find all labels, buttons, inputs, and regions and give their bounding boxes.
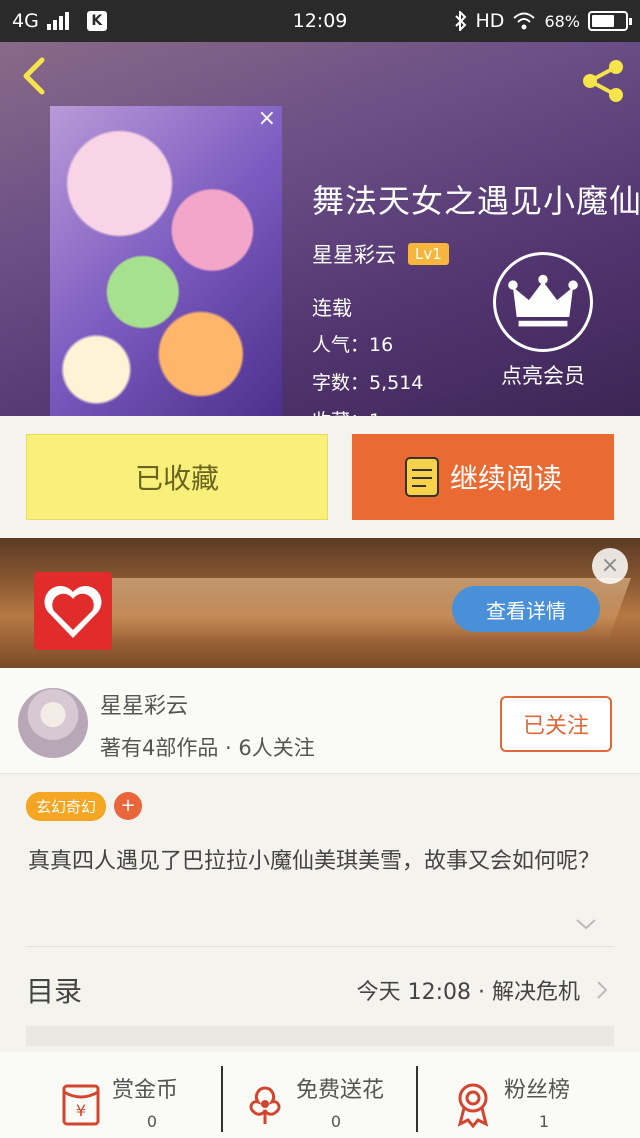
book-word-count: 字数：5,514 xyxy=(312,372,424,394)
book-title: 舞法天女之遇见小魔仙 xyxy=(312,182,640,220)
book-description: 真真四人遇见了巴拉拉小魔仙美琪美雪，故事又会如何呢？ xyxy=(28,849,601,874)
ad-close-icon[interactable]: × xyxy=(592,548,628,584)
book-popularity: 人气：16 xyxy=(312,334,394,356)
reward-coins-label: 赏金币 xyxy=(112,1078,179,1103)
reward-coins-button[interactable]: ¥ 赏金币 0 xyxy=(56,1060,216,1134)
fan-ranking-button[interactable]: 粉丝榜 1 xyxy=(448,1060,608,1134)
expand-chevron-icon[interactable] xyxy=(574,914,598,934)
ad-detail-button[interactable]: 查看详情 xyxy=(452,586,600,632)
send-flower-label: 免费送花 xyxy=(296,1078,385,1103)
follow-button[interactable]: 已关注 xyxy=(500,696,612,752)
red-envelope-icon: ¥ xyxy=(62,1084,100,1126)
continue-reading-button[interactable]: 继续阅读 xyxy=(352,434,614,520)
send-flower-count: 0 xyxy=(330,1112,342,1131)
latest-chapter[interactable]: 今天 12:08 · 解决危机 xyxy=(357,974,580,1006)
fan-ranking-count: 1 xyxy=(538,1112,550,1131)
ad-banner[interactable]: 查看详情 × xyxy=(0,538,640,668)
bottom-action-bar: ¥ 赏金币 0 免费送花 0 粉丝榜 1 xyxy=(0,1052,640,1138)
vip-label[interactable]: 点亮会员 xyxy=(488,360,598,390)
back-arrow-icon[interactable] xyxy=(14,56,54,96)
pinduoduo-logo-icon xyxy=(34,572,112,650)
favorited-button[interactable]: 已收藏 xyxy=(26,434,328,520)
cover-close-icon: × xyxy=(257,106,276,131)
author-name[interactable]: 星星彩云 xyxy=(100,688,188,720)
author-level-badge: Lv1 xyxy=(408,243,449,265)
continue-reading-label: 继续阅读 xyxy=(449,462,562,495)
reward-coins-count: 0 xyxy=(146,1112,158,1131)
status-right: HD 68% xyxy=(454,10,632,32)
battery-icon xyxy=(588,11,632,31)
flower-icon xyxy=(249,1086,281,1124)
wifi-icon xyxy=(513,12,536,30)
send-flower-button[interactable]: 免费送花 0 xyxy=(240,1060,410,1134)
author-card: 星星彩云 著有4部作品 · 6人关注 已关注 xyxy=(0,668,640,774)
hd-indicator: HD xyxy=(475,10,505,32)
action-bar: 已收藏 继续阅读 xyxy=(0,416,640,538)
share-icon[interactable] xyxy=(578,56,628,106)
book-author-row: 星星彩云 Lv1 xyxy=(312,239,449,269)
divider xyxy=(26,946,614,947)
medal-icon xyxy=(457,1083,489,1128)
author-avatar[interactable] xyxy=(18,688,88,758)
book-author[interactable]: 星星彩云 xyxy=(312,239,396,269)
section-spacer xyxy=(26,1026,614,1046)
bottom-separator xyxy=(221,1066,223,1132)
bottom-separator xyxy=(416,1066,418,1132)
book-header: × 舞法天女之遇见小魔仙 星星彩云 Lv1 连载 人气：16 字数：5,514 … xyxy=(0,42,640,432)
battery-percent: 68% xyxy=(544,11,580,31)
book-status: 连载 xyxy=(312,296,352,320)
genre-tag[interactable]: 玄幻奇幻 xyxy=(26,792,107,821)
status-bar: 4G K 12:09 HD 68% xyxy=(0,0,640,42)
chevron-right-icon xyxy=(597,981,608,999)
book-icon xyxy=(404,457,439,497)
author-stats: 著有4部作品 · 6人关注 xyxy=(100,736,315,760)
svg-text:¥: ¥ xyxy=(76,1101,86,1120)
add-tag-button[interactable]: + xyxy=(114,792,143,820)
fan-ranking-label: 粉丝榜 xyxy=(504,1078,571,1103)
table-of-contents-row[interactable]: 目录 今天 12:08 · 解决危机 xyxy=(26,956,614,1022)
tag-list: 玄幻奇幻 + xyxy=(26,792,143,821)
bluetooth-icon xyxy=(454,11,466,31)
book-cover-image[interactable]: × xyxy=(50,106,282,416)
toc-title: 目录 xyxy=(26,975,83,1008)
battery-fill xyxy=(592,15,614,27)
vip-crown-icon[interactable] xyxy=(493,252,593,352)
